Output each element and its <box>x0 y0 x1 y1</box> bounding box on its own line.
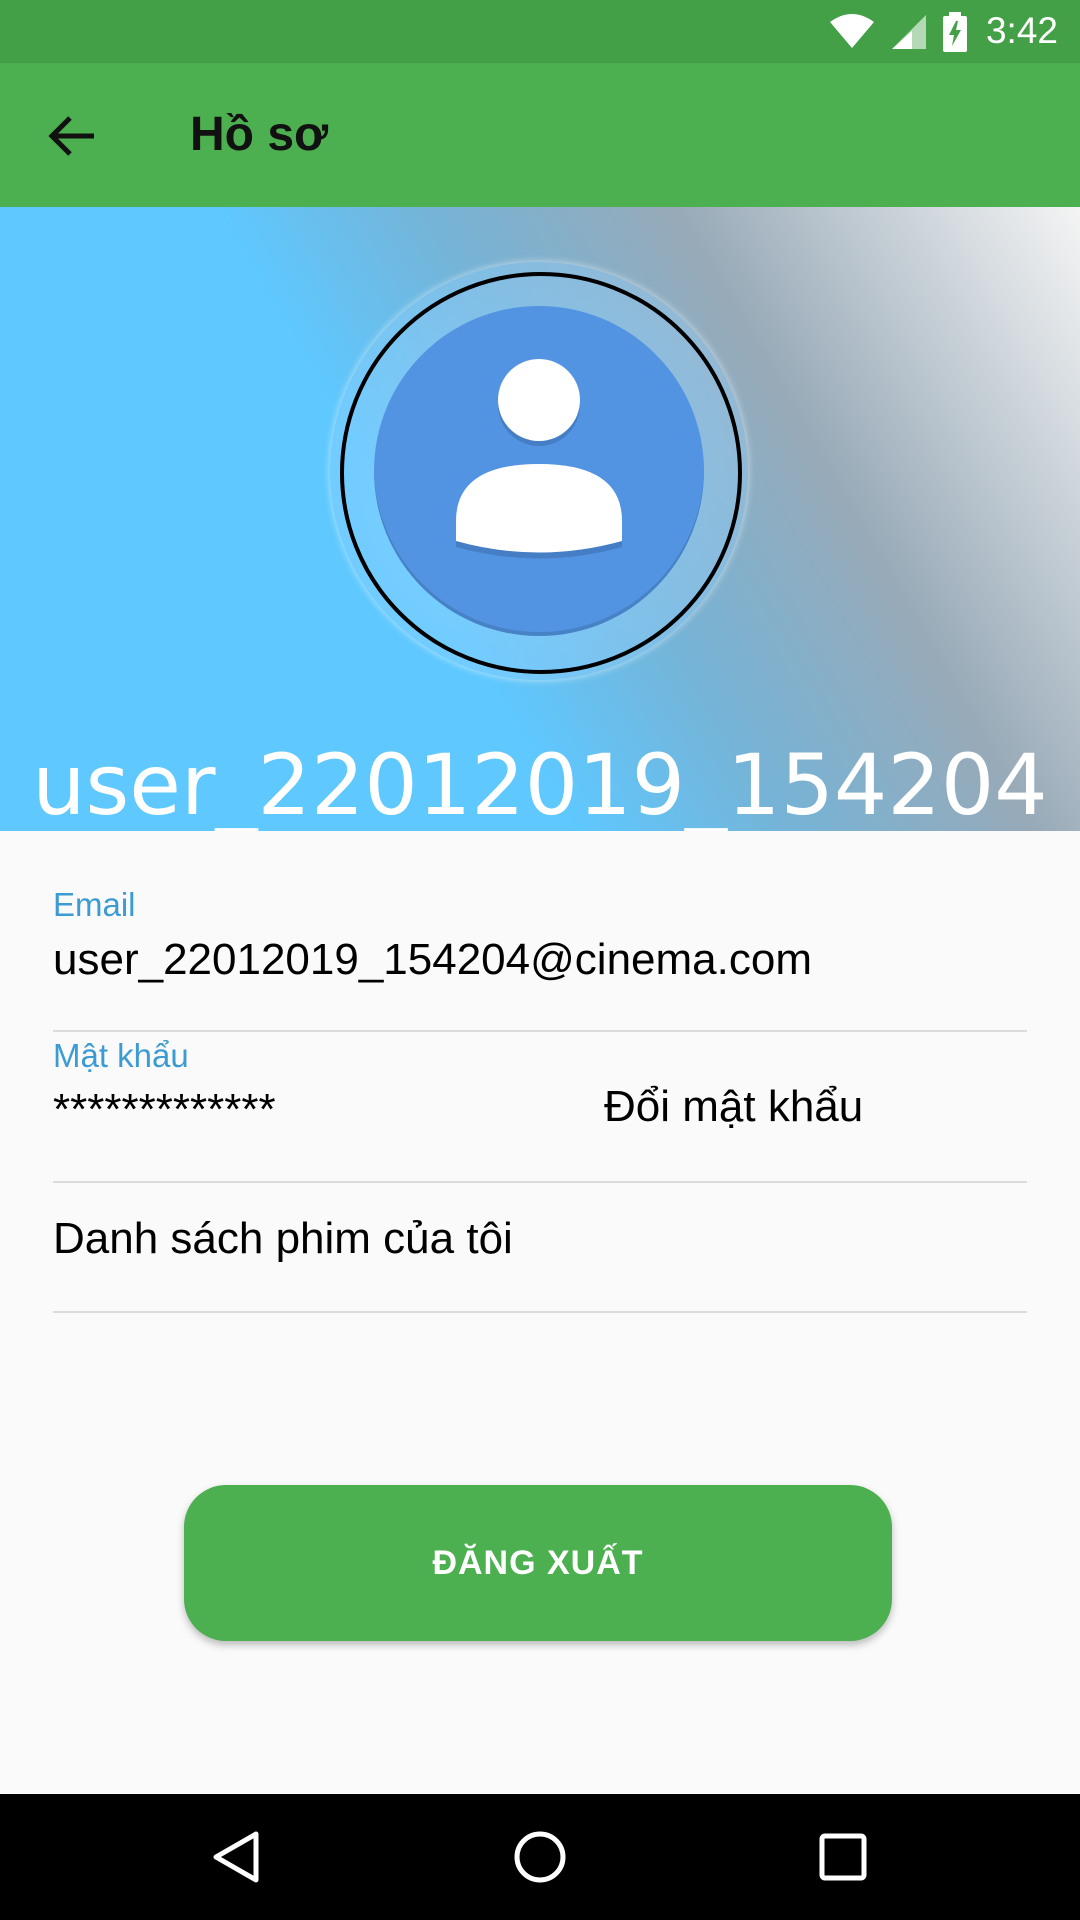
email-label: Email <box>53 886 136 923</box>
nav-back-button[interactable] <box>201 1822 271 1892</box>
wifi-icon <box>830 14 874 48</box>
nav-home-button[interactable] <box>505 1822 575 1892</box>
change-password-link[interactable]: Đổi mật khẩu <box>604 1082 863 1132</box>
app-bar: Hồ sơ <box>0 63 1080 207</box>
battery-charging-icon <box>943 12 967 52</box>
password-value: ************* <box>53 1085 276 1134</box>
logout-label: ĐĂNG XUẤT <box>432 1543 644 1582</box>
avatar-disc <box>374 306 704 636</box>
page-title: Hồ sơ <box>190 108 329 161</box>
recents-square-icon <box>819 1833 867 1881</box>
divider <box>53 1030 1027 1032</box>
nav-recents-button[interactable] <box>808 1822 878 1892</box>
my-movies-link[interactable]: Danh sách phim của tôi <box>53 1214 513 1264</box>
profile-header: user_22012019_154204 <box>0 207 1080 831</box>
system-nav-bar <box>0 1794 1080 1920</box>
avatar[interactable] <box>330 262 748 680</box>
divider <box>53 1181 1027 1183</box>
person-icon <box>456 359 622 559</box>
password-label: Mật khẩu <box>53 1037 189 1074</box>
back-triangle-icon <box>213 1831 259 1883</box>
divider <box>53 1311 1027 1313</box>
email-value: user_22012019_154204@cinema.com <box>53 935 812 984</box>
username-heading: user_22012019_154204 <box>32 736 1048 831</box>
logout-button[interactable]: ĐĂNG XUẤT <box>184 1485 892 1641</box>
cell-signal-icon <box>892 15 926 49</box>
back-button[interactable] <box>36 99 110 173</box>
home-circle-icon <box>514 1831 566 1883</box>
status-time: 3:42 <box>985 10 1058 51</box>
arrow-back-icon <box>48 116 94 156</box>
status-icons <box>828 12 968 52</box>
status-bar: 3:42 <box>0 0 1080 63</box>
